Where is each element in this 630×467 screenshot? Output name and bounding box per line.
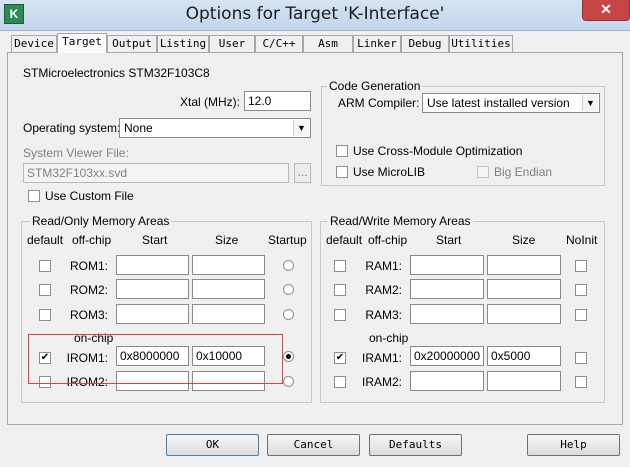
xtal-label: Xtal (MHz): (180, 95, 240, 109)
tab-output[interactable]: Output (107, 35, 157, 52)
rom-header-startup: Startup (268, 233, 307, 247)
iram2-label: IRAM2: (361, 375, 402, 389)
ram3-label: RAM3: (365, 308, 402, 322)
tab-target[interactable]: Target (57, 33, 107, 53)
iram1-size-input[interactable]: 0x5000 (487, 346, 561, 366)
tab-linker[interactable]: Linker (353, 35, 401, 52)
iram2-size-input[interactable] (487, 371, 561, 391)
svf-input: STM32F103xx.svd (23, 163, 289, 183)
microlib-checkbox[interactable] (336, 166, 348, 178)
tab-debug[interactable]: Debug (401, 35, 449, 52)
rom1-default-checkbox[interactable] (39, 260, 51, 272)
cross-module-checkbox[interactable] (336, 145, 348, 157)
os-label: Operating system: (23, 121, 121, 135)
rom-header-start: Start (142, 233, 168, 247)
tab-device[interactable]: Device (11, 35, 57, 52)
iram2-default-checkbox[interactable] (334, 376, 346, 388)
ram3-size-input[interactable] (487, 304, 561, 324)
cancel-button[interactable]: Cancel (267, 434, 360, 456)
rom2-size-input[interactable] (192, 279, 265, 299)
ram1-start-input[interactable] (410, 255, 484, 275)
chevron-down-icon: ▼ (582, 95, 598, 111)
big-endian-checkbox (477, 166, 489, 178)
ram2-start-input[interactable] (410, 279, 484, 299)
device-name: STMicroelectronics STM32F103C8 (23, 66, 210, 80)
ram3-default-checkbox[interactable] (334, 309, 346, 321)
rom-header-size: Size (215, 233, 239, 247)
compiler-select-value: Use latest installed version (427, 96, 570, 110)
rom3-default-checkbox[interactable] (39, 309, 51, 321)
irom1-startup-radio[interactable] (283, 351, 294, 362)
compiler-select[interactable]: Use latest installed version ▼ (422, 93, 600, 113)
ram3-noinit-checkbox[interactable] (575, 309, 587, 321)
help-button[interactable]: Help (527, 434, 620, 456)
custom-file-checkbox[interactable] (28, 190, 40, 202)
ram2-label: RAM2: (365, 283, 402, 297)
rom2-label: ROM2: (69, 283, 108, 297)
cross-module-label: Use Cross-Module Optimization (353, 144, 523, 158)
ram-header-default: default (326, 233, 363, 247)
ram1-default-checkbox[interactable] (334, 260, 346, 272)
os-select[interactable]: None ▼ (119, 118, 311, 138)
rom-group-title: Read/Only Memory Areas (30, 214, 172, 228)
rom3-start-input[interactable] (116, 304, 189, 324)
rom-header-offchip: off-chip (72, 233, 112, 247)
rom1-start-input[interactable] (116, 255, 189, 275)
rom3-startup-radio[interactable] (283, 309, 294, 320)
rom1-startup-radio[interactable] (283, 260, 294, 271)
rom1-size-input[interactable] (192, 255, 265, 275)
ram3-start-input[interactable] (410, 304, 484, 324)
rom2-start-input[interactable] (116, 279, 189, 299)
ram2-default-checkbox[interactable] (334, 284, 346, 296)
close-button[interactable]: ✕ (582, 0, 630, 21)
custom-file-label: Use Custom File (45, 189, 134, 203)
ram1-size-input[interactable] (487, 255, 561, 275)
iram2-noinit-checkbox[interactable] (575, 376, 587, 388)
ram1-noinit-checkbox[interactable] (575, 260, 587, 272)
rom3-label: ROM3: (69, 308, 108, 322)
tab-cc[interactable]: C/C++ (255, 35, 303, 52)
iram1-noinit-checkbox[interactable] (575, 352, 587, 364)
ok-button[interactable]: OK (166, 434, 259, 456)
irom2-startup-radio[interactable] (283, 376, 294, 387)
defaults-button[interactable]: Defaults (369, 434, 462, 456)
tab-user[interactable]: User (209, 35, 255, 52)
iram1-label: IRAM1: (361, 351, 402, 365)
iram2-start-input[interactable] (410, 371, 484, 391)
tab-asm[interactable]: Asm (303, 35, 353, 52)
ram-header-noinit: NoInit (566, 233, 598, 247)
ram-group-title: Read/Write Memory Areas (328, 214, 473, 228)
tab-utilities[interactable]: Utilities (449, 35, 513, 52)
ram-header-size: Size (512, 233, 536, 247)
rom-header-default: default (27, 233, 64, 247)
microlib-label: Use MicroLIB (353, 165, 426, 179)
big-endian-label: Big Endian (494, 165, 553, 179)
ram-header-start: Start (436, 233, 462, 247)
ram2-noinit-checkbox[interactable] (575, 284, 587, 296)
rom3-size-input[interactable] (192, 304, 265, 324)
check-icon: ✔ (335, 352, 345, 363)
chevron-down-icon: ▼ (293, 120, 309, 136)
ram-onchip-label: on-chip (369, 331, 409, 345)
ram1-label: RAM1: (365, 259, 402, 273)
iram1-start-input[interactable]: 0x20000000 (410, 346, 484, 366)
irom1-highlight-box (28, 334, 283, 384)
ram-header-offchip: off-chip (368, 233, 408, 247)
xtal-input[interactable]: 12.0 (244, 91, 311, 111)
rom2-default-checkbox[interactable] (39, 284, 51, 296)
svf-label: System Viewer File: (23, 146, 129, 160)
rom1-label: ROM1: (69, 259, 108, 273)
compiler-label: ARM Compiler: (338, 96, 420, 110)
tab-listing[interactable]: Listing (157, 35, 209, 52)
rom2-startup-radio[interactable] (283, 284, 294, 295)
ram2-size-input[interactable] (487, 279, 561, 299)
iram1-default-checkbox[interactable]: ✔ (334, 352, 346, 364)
os-select-value: None (124, 121, 153, 135)
svf-browse-button: ... (294, 163, 311, 183)
window-title: Options for Target 'K-Interface' (185, 4, 445, 24)
code-generation-title: Code Generation (327, 79, 423, 93)
